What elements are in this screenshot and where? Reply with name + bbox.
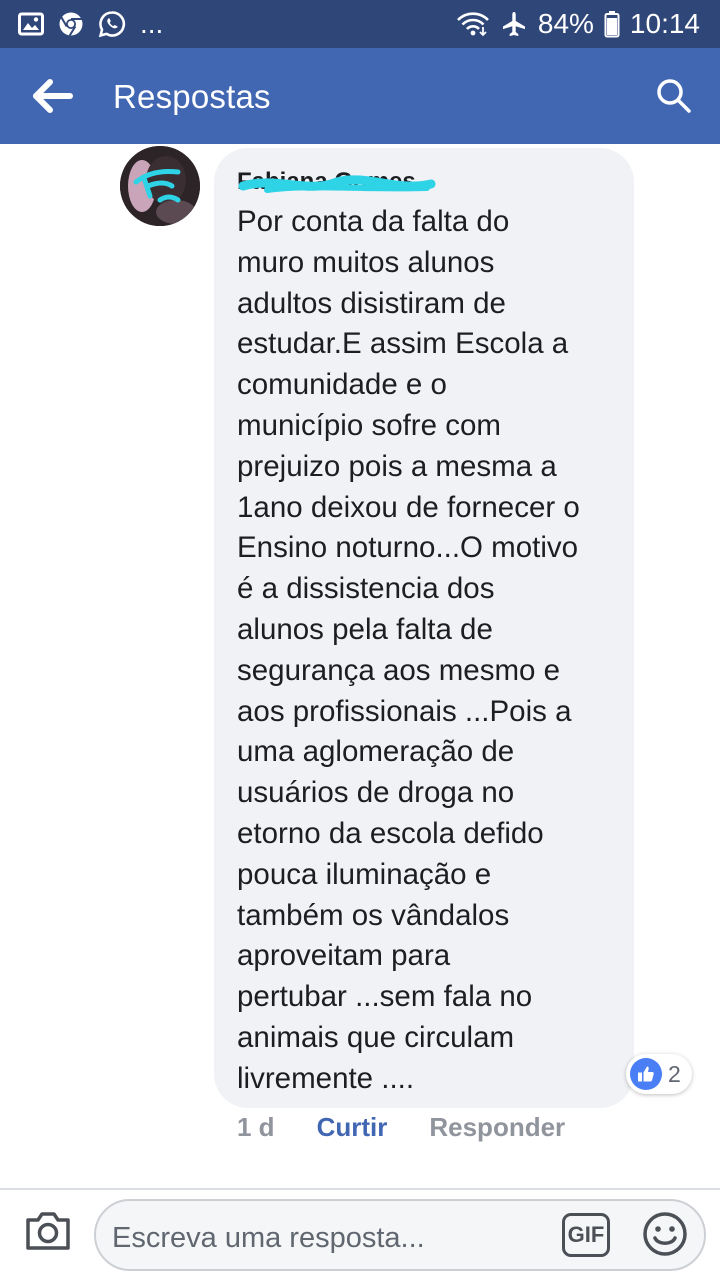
like-button[interactable]: Curtir (317, 1112, 388, 1143)
app-bar: Respostas (0, 48, 720, 144)
smiley-icon (643, 1212, 687, 1256)
search-button[interactable] (654, 76, 694, 116)
battery-level: 84% (537, 8, 594, 39)
reaction-summary[interactable]: 2 (626, 1054, 692, 1094)
chrome-icon (58, 11, 84, 37)
gallery-icon (18, 12, 44, 36)
wifi-icon (456, 11, 490, 37)
status-bar: ... 84% 10:14 (0, 0, 720, 48)
comment-actions: 1 d Curtir Responder (237, 1112, 565, 1143)
system-status: 84% 10:14 (456, 8, 700, 40)
whatsapp-icon (98, 10, 126, 38)
page-title: Respostas (113, 78, 271, 115)
comment-text: Por conta da falta do muro muitos alunos… (237, 205, 580, 1095)
comment-author[interactable]: Fabiana Gomes (237, 168, 612, 200)
camera-icon (26, 1212, 70, 1250)
avatar[interactable] (120, 146, 200, 226)
comment-bubble: Fabiana Gomes Por conta da falta do muro… (214, 148, 634, 1108)
emoji-button[interactable] (642, 1211, 688, 1257)
reply-button[interactable]: Responder (429, 1112, 565, 1143)
composer-divider (0, 1188, 720, 1190)
redaction-scribble (238, 175, 436, 193)
reply-placeholder: Escreva uma resposta... (112, 1222, 425, 1254)
reaction-count: 2 (668, 1060, 681, 1087)
notification-icons: ... (18, 10, 163, 38)
like-reaction-icon (630, 1058, 662, 1090)
back-arrow-icon (33, 79, 73, 113)
back-button[interactable] (30, 74, 78, 118)
search-icon (657, 79, 691, 113)
reply-input[interactable]: Escreva uma resposta... GIF (94, 1199, 706, 1271)
camera-button[interactable] (24, 1208, 72, 1252)
comment-timestamp: 1 d (237, 1112, 275, 1142)
battery-icon (604, 10, 620, 38)
gif-button[interactable]: GIF (562, 1213, 610, 1257)
more-notifications: ... (140, 8, 164, 39)
clock: 10:14 (629, 8, 700, 39)
airplane-mode-icon (500, 10, 528, 38)
